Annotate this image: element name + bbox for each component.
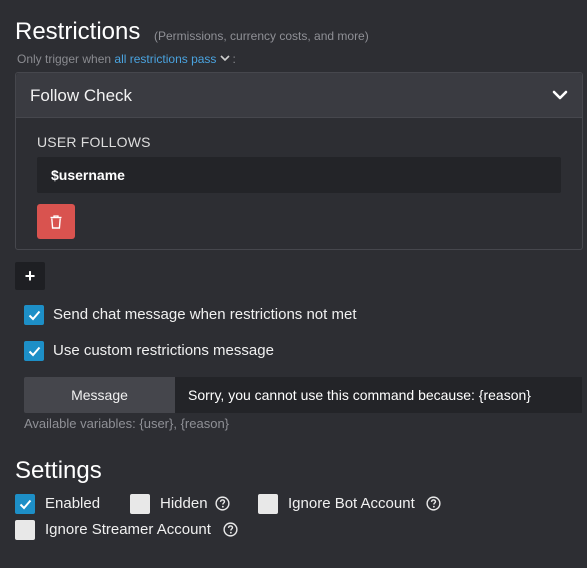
user-follows-label: USER FOLLOWS [37, 134, 151, 150]
check-icon [28, 346, 40, 356]
restriction-card: Follow Check USER FOLLOWS [15, 72, 583, 250]
check-icon [28, 310, 40, 320]
trigger-prefix: Only trigger when [17, 52, 112, 66]
hidden-label: Hidden [160, 495, 208, 512]
restrictions-message-input[interactable] [175, 377, 582, 413]
ignore-streamer-account-label: Ignore Streamer Account [45, 521, 211, 538]
trigger-suffix: : [232, 52, 236, 66]
restriction-card-title: Follow Check [30, 86, 133, 105]
settings-title: Settings [15, 457, 102, 484]
add-restriction-button[interactable]: + [15, 262, 45, 290]
enabled-label: Enabled [45, 495, 101, 512]
custom-restrictions-message-label: Use custom restrictions message [53, 342, 274, 359]
message-addon-label: Message [24, 377, 175, 413]
restrictions-title: Restrictions [15, 18, 141, 45]
ignore-bot-account-label: Ignore Bot Account [288, 495, 415, 512]
ignore-bot-account-checkbox[interactable] [258, 494, 278, 514]
question-circle-icon[interactable] [223, 522, 238, 537]
chevron-down-icon[interactable] [552, 89, 568, 101]
ignore-streamer-account-checkbox[interactable] [15, 520, 35, 540]
trigger-mode-dropdown[interactable]: all restrictions pass [114, 52, 232, 66]
question-circle-icon[interactable] [426, 496, 441, 511]
custom-restrictions-message-checkbox[interactable] [24, 341, 44, 361]
enabled-checkbox[interactable] [15, 494, 35, 514]
trigger-mode-value: all restrictions pass [114, 52, 217, 66]
question-circle-icon[interactable] [215, 496, 230, 511]
restriction-card-header[interactable]: Follow Check [16, 73, 582, 118]
send-chat-message-label: Send chat message when restrictions not … [53, 306, 357, 323]
send-chat-message-checkbox[interactable] [24, 305, 44, 325]
check-icon [19, 499, 31, 509]
trigger-mode-line: Only trigger when all restrictions pass: [17, 52, 236, 66]
chevron-down-icon [220, 55, 231, 62]
available-variables-hint: Available variables: {user}, {reason} [24, 416, 230, 431]
delete-restriction-button[interactable] [37, 204, 75, 239]
restrictions-subtitle: (Permissions, currency costs, and more) [154, 29, 369, 43]
trash-icon [50, 214, 62, 229]
user-follows-input[interactable] [37, 157, 561, 193]
hidden-checkbox[interactable] [130, 494, 150, 514]
